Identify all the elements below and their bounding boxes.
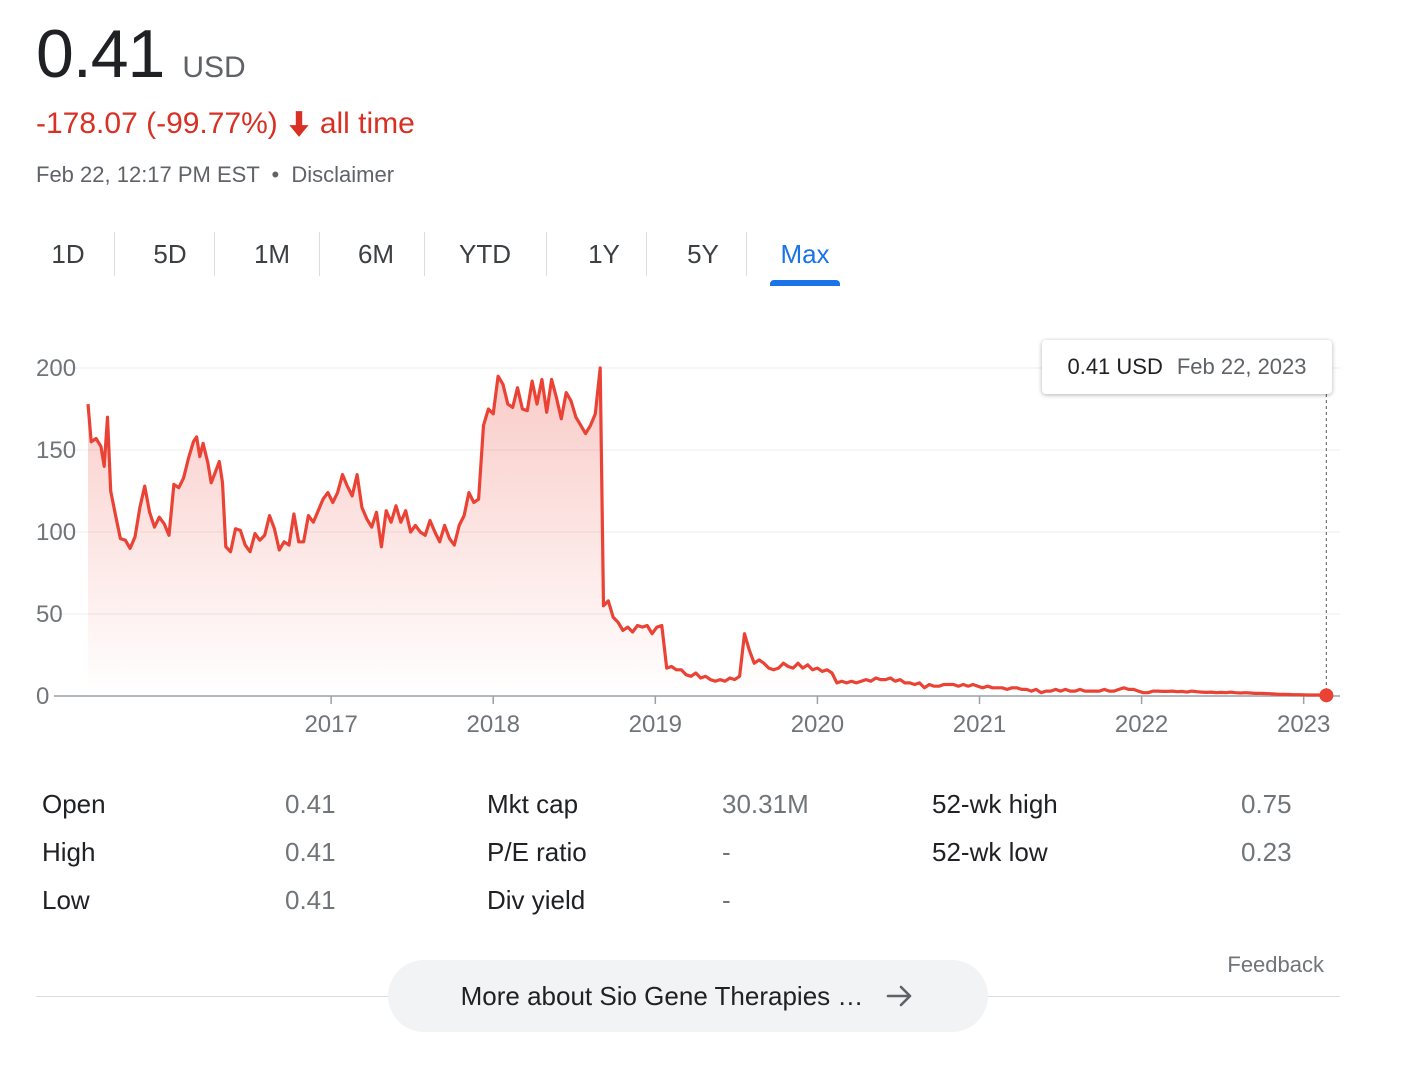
tab-separator	[214, 232, 215, 276]
tab-6m[interactable]: 6M	[336, 224, 416, 284]
meta-separator: •	[271, 162, 280, 187]
tab-5d[interactable]: 5D	[132, 224, 208, 284]
tooltip-date: Feb 22, 2023	[1176, 354, 1307, 379]
tab-5y[interactable]: 5Y	[664, 224, 742, 284]
tab-separator	[424, 232, 425, 276]
arrow-right-icon	[887, 985, 912, 1007]
range-tabs: 1D 5D 1M 6M YTD 1Y 5Y Max	[18, 224, 858, 286]
quote-meta: Feb 22, 12:17 PM EST • Disclaimer	[36, 162, 394, 188]
price-change: -178.07 (-99.77%) all time	[36, 104, 415, 144]
tooltip-value: 0.41 USD	[1067, 354, 1163, 379]
x-tick-label: 2021	[953, 711, 1006, 738]
current-point-marker	[1319, 688, 1334, 703]
stat-label-52wk-high: 52-wk high	[932, 789, 1058, 819]
x-axis: 2017 2018 2019 2020 2021 2022 2023	[304, 696, 1330, 738]
tab-separator	[646, 232, 647, 276]
price-header: 0.41 USD	[36, 14, 246, 94]
x-tick-label: 2023	[1277, 711, 1330, 738]
stat-value-52wk-low: 0.23	[1241, 837, 1292, 867]
stat-label-pe-ratio: P/E ratio	[487, 837, 587, 867]
arrow-down-icon	[289, 111, 309, 137]
more-about-button[interactable]: More about Sio Gene Therapies …	[388, 960, 988, 1032]
stat-value-high: 0.41	[285, 837, 336, 867]
active-tab-indicator	[770, 280, 840, 286]
stat-value-div-yield: -	[722, 885, 731, 915]
x-tick-label: 2022	[1115, 711, 1168, 738]
x-tick-label: 2019	[629, 711, 682, 738]
y-tick-label: 100	[36, 519, 76, 546]
x-tick-label: 2017	[304, 711, 357, 738]
change-period: all time	[319, 107, 415, 140]
stat-value-open: 0.41	[285, 789, 336, 819]
change-value: -178.07 (-99.77%)	[36, 107, 278, 140]
y-tick-label: 0	[36, 683, 49, 710]
stat-value-52wk-high: 0.75	[1241, 789, 1292, 819]
tab-ytd[interactable]: YTD	[442, 224, 528, 284]
currency-label: USD	[182, 51, 246, 84]
disclaimer-link[interactable]: Disclaimer	[291, 162, 394, 187]
tab-separator	[114, 232, 115, 276]
chart-tooltip: 0.41 USD Feb 22, 2023	[1042, 340, 1332, 394]
stat-label-52wk-low: 52-wk low	[932, 837, 1048, 867]
tab-separator	[546, 232, 547, 276]
feedback-link[interactable]: Feedback	[1227, 952, 1324, 978]
stat-label-high: High	[42, 837, 96, 867]
tab-separator	[319, 232, 320, 276]
tab-1m[interactable]: 1M	[232, 224, 312, 284]
current-price: 0.41	[36, 16, 165, 92]
stat-label-div-yield: Div yield	[487, 885, 586, 915]
stat-value-mkt-cap: 30.31M	[722, 789, 809, 819]
stat-label-mkt-cap: Mkt cap	[487, 789, 579, 819]
quote-timestamp: Feb 22, 12:17 PM EST	[36, 162, 260, 187]
stat-value-low: 0.41	[285, 885, 336, 915]
tab-1d[interactable]: 1D	[30, 224, 106, 284]
stat-label-open: Open	[42, 789, 106, 819]
stat-value-pe-ratio: -	[722, 837, 731, 867]
tab-1y[interactable]: 1Y	[564, 224, 644, 284]
x-tick-label: 2020	[791, 711, 844, 738]
y-axis: 0 50 100 150 200	[36, 355, 76, 710]
tab-separator	[746, 232, 747, 276]
more-about-label: More about Sio Gene Therapies …	[460, 980, 864, 1011]
y-tick-label: 50	[36, 601, 63, 628]
y-tick-label: 150	[36, 437, 76, 464]
y-tick-label: 200	[36, 355, 76, 382]
stat-label-low: Low	[42, 885, 90, 915]
tab-max[interactable]: Max	[770, 224, 840, 286]
x-tick-label: 2018	[467, 711, 520, 738]
